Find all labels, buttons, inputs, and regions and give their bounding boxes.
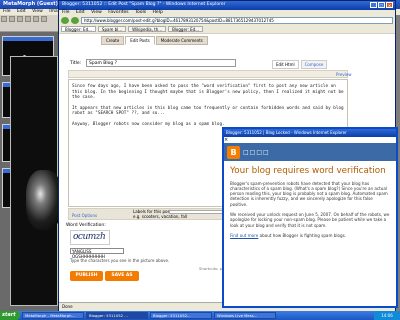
ie-menu-favorites[interactable]: Favorites xyxy=(108,10,128,15)
blog-locked-window: Blogger: 5311052 | Blog Locked - Windows… xyxy=(222,127,398,308)
editor-toolbar[interactable] xyxy=(68,70,348,78)
tool-icon[interactable] xyxy=(41,16,47,22)
minimize-icon[interactable]: _ xyxy=(370,2,377,8)
blogger-logo-icon[interactable]: B xyxy=(227,145,240,159)
captcha-input[interactable]: YANGLISS OGSHHHHHHHH xyxy=(70,248,124,259)
maximize-icon[interactable]: □ xyxy=(378,2,385,8)
menu-file[interactable]: File xyxy=(3,9,11,14)
ie-menu-tools[interactable]: Tools xyxy=(135,10,146,15)
ie-menu-edit[interactable]: Edit xyxy=(76,10,85,15)
ie-menu-file[interactable]: File xyxy=(62,10,70,15)
blogger-header: B □□□□ xyxy=(224,143,396,161)
tab-edit-html[interactable]: Edit Html xyxy=(272,60,299,69)
tab-blogger-edit[interactable]: Blogger: Ed... xyxy=(61,26,96,32)
mode-tabs: Edit Html Compose xyxy=(272,60,328,69)
ie-menu-help[interactable]: Help xyxy=(153,10,163,15)
popup-close-icon[interactable]: × xyxy=(224,137,228,143)
captcha-image: ocumzh xyxy=(70,230,110,245)
popup-body: Your blog requires word verification Blo… xyxy=(224,161,396,246)
post-tabs: Create Edit Posts Moderate Comments xyxy=(101,36,208,45)
popup-paragraph: Find out more about how Blogger is fight… xyxy=(230,232,347,238)
tab-compose[interactable]: Compose xyxy=(300,60,328,69)
tool-icon[interactable] xyxy=(9,16,15,22)
close-icon[interactable]: × xyxy=(386,2,393,8)
window-controls: _ □ × xyxy=(369,2,393,9)
post-paragraph: It appears that new articles in this blo… xyxy=(72,105,344,117)
start-button[interactable]: start xyxy=(0,311,20,320)
popup-paragraph: Blogger's spam-prevention robots have de… xyxy=(230,180,388,207)
captcha-help: Type the characters you see in the pictu… xyxy=(70,258,170,263)
back-icon[interactable] xyxy=(61,17,69,24)
ie-navbar: http://www.blogger.com/post-edit.g?blogI… xyxy=(59,16,395,25)
post-options-link[interactable]: Post Options xyxy=(72,213,97,218)
tab-moderate-comments[interactable]: Moderate Comments xyxy=(155,36,208,45)
tab-wikipedia[interactable]: Wikipedia, th... xyxy=(128,26,167,32)
labels-input[interactable] xyxy=(169,210,227,214)
title-input[interactable]: Spam Blog ? xyxy=(86,59,236,67)
tool-icon[interactable] xyxy=(25,16,31,22)
task-blogger-1[interactable]: Blogger: 5311052 ... xyxy=(86,312,148,319)
clock: 14:06 xyxy=(374,311,400,320)
tool-icon[interactable] xyxy=(33,16,39,22)
task-metamorph[interactable]: MetaMorph - MetaMorph... xyxy=(22,312,84,319)
tab-blogger-edit-2[interactable]: Blogger: Ed... xyxy=(168,26,203,32)
popup-title: Blogger: 5311052 | Blog Locked - Windows… xyxy=(224,129,396,137)
menu-edit[interactable]: Edit xyxy=(17,9,26,14)
word-verification-label: Word Verification: xyxy=(66,223,106,228)
address-bar[interactable]: http://www.blogger.com/post-edit.g?blogI… xyxy=(81,17,393,24)
tool-icon[interactable] xyxy=(1,16,7,22)
ie-menu-view[interactable]: View xyxy=(91,10,102,15)
popup-paragraph: We received your unlock request on June … xyxy=(230,211,390,228)
task-messenger[interactable]: Windows Live Mess... xyxy=(214,312,276,319)
ie-tabs: Blogger: Ed... Spam bl... Wikipedia, th.… xyxy=(59,25,395,33)
specimen-image xyxy=(26,170,62,230)
taskbar: start MetaMorph - MetaMorph... Blogger: … xyxy=(0,311,400,320)
menu-view[interactable]: View xyxy=(32,9,43,14)
tool-icon[interactable] xyxy=(17,16,23,22)
title-label: Title: xyxy=(70,61,82,66)
save-draft-button[interactable]: SAVE AS DRAFT xyxy=(105,271,139,288)
blogger-brand: □□□□ xyxy=(243,148,270,156)
tab-edit-posts[interactable]: Edit Posts xyxy=(125,36,155,45)
tab-spam-blog[interactable]: Spam bl... xyxy=(97,26,127,32)
ie-title: Blogger: 5311052 :: Edit Post "Spam Blog… xyxy=(59,1,395,10)
popup-heading: Your blog requires word verification xyxy=(230,166,386,176)
preview-link[interactable]: Preview xyxy=(336,72,352,77)
publish-button[interactable]: PUBLISH POST xyxy=(70,271,103,288)
post-paragraph: Since few days ago, I have been asked to… xyxy=(72,84,344,101)
find-out-more-link[interactable]: Find out more xyxy=(230,233,258,238)
task-blogger-2[interactable]: Blogger: 5311052... xyxy=(150,312,212,319)
tab-create[interactable]: Create xyxy=(101,36,125,45)
forward-icon[interactable] xyxy=(71,17,79,24)
